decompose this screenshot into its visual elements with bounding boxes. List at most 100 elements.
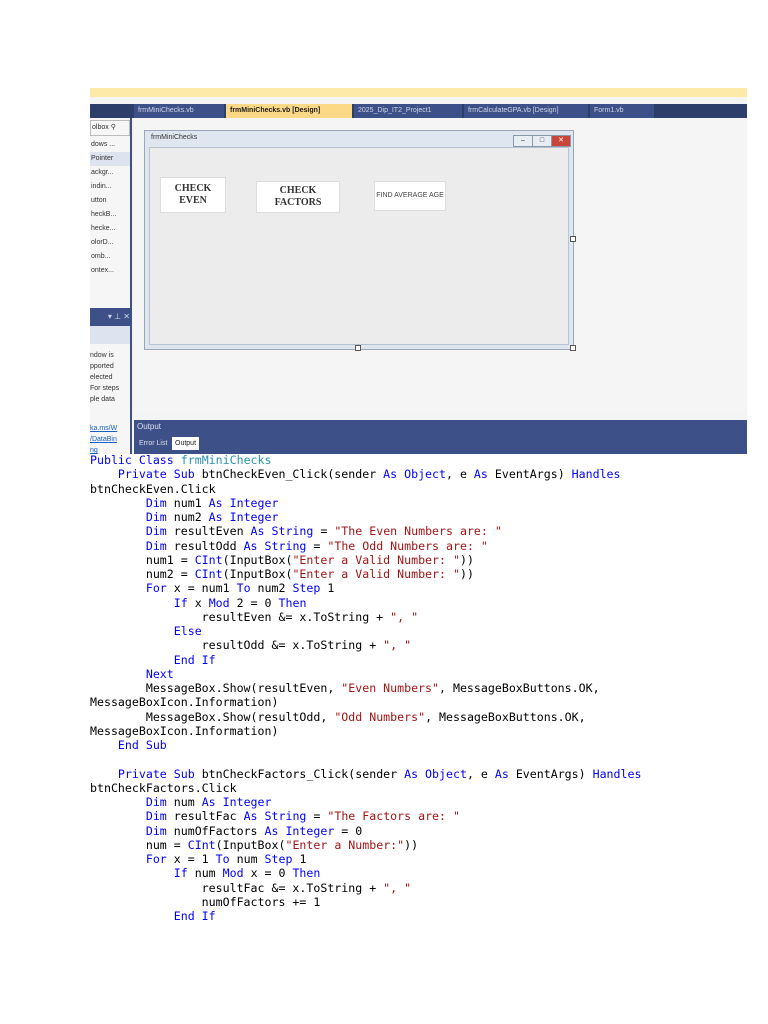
resize-handle[interactable] [355,345,361,351]
code-string: "Enter a Valid Number: " [292,552,460,567]
toolbox-item[interactable]: ontex... [90,264,130,278]
maximize-icon[interactable]: □ [532,135,552,147]
resize-handle[interactable] [570,236,576,242]
code-text: EventArgs) [494,467,572,482]
code-string: "The Even Numbers are: " [334,524,502,539]
toolbox-item[interactable]: heckB... [90,208,130,222]
toolbox-item[interactable]: ackgr... [90,166,130,180]
code-keyword: For [145,581,174,596]
code-text: resultFac &= x.ToString + [90,880,384,895]
toolbox-search-text: olbox [92,124,109,131]
code-line: End If [90,653,641,667]
code-line: num1 = CInt(InputBox("Enter a Valid Numb… [90,553,641,567]
tab-output[interactable]: Output [172,437,200,450]
code-keyword: As Integer [264,823,335,838]
tab-form1-vb[interactable]: Form1.vb [590,104,654,118]
code-text: num2 [257,581,293,596]
output-tabs: Error List Output [134,434,747,454]
code-line: If x Mod 2 = 0 Then [90,596,641,610]
toolbox-item[interactable]: omb... [90,250,130,264]
panel-text-line: For steps [90,385,120,392]
find-average-age-button[interactable]: FIND AVERAGE AGE [374,181,446,211]
code-keyword: To [236,581,258,596]
code-line: End If [90,909,641,923]
toolbox-panel: olbox ⚲ dows ... Pointer ackgr... indin... u… [90,118,132,454]
help-link[interactable]: /DataBin [90,434,117,445]
code-string: ", " [390,609,419,624]
check-even-button[interactable]: CHECK EVEN [160,177,226,213]
panel-text-line: ndow is [90,352,114,359]
tab-project[interactable]: 2025_Dip_IT2_Project1 [354,104,462,118]
code-line: MessageBoxIcon.Information) [90,724,641,738]
code-text: x = 1 [173,852,216,866]
code-keyword: Dim [145,495,174,510]
toolbox-item[interactable]: olorD... [90,236,130,250]
code-line: Dim num1 As Integer [90,496,641,510]
minimize-icon[interactable]: – [513,135,533,147]
code-keyword: As Object [383,467,446,482]
tab-frmminichecks-design[interactable]: frmMiniChecks.vb [Design] [226,104,352,118]
code-text: x = 0 [250,866,293,881]
code-line: Public Class frmMiniChecks [90,453,641,467]
toolbox-item[interactable]: utton [90,194,130,208]
code-class-name: frmMiniChecks [180,453,272,467]
code-text: num2 [173,510,209,524]
tab-frmminichecks-vb[interactable]: frmMiniChecks.vb [134,104,224,118]
tab-error-list[interactable]: Error List [136,437,170,450]
panel-toolbar [90,326,130,344]
code-text: , MessageBoxButtons.OK, [425,709,586,724]
code-line: Dim numOfFactors As Integer = 0 [90,824,641,838]
code-text: numOfFactors += 1 [90,894,321,909]
code-line: Dim num As Integer [90,795,641,809]
code-text: resultFac [173,809,244,824]
toolbox-item[interactable]: indin... [90,180,130,194]
code-keyword: If [173,595,195,610]
code-text: btnCheckFactors.Click [90,780,237,795]
code-keyword: As [494,766,516,781]
output-panel-header: Output [134,420,747,434]
code-keyword: CInt [194,567,223,581]
resize-handle[interactable] [570,345,576,351]
code-line: MessageBoxIcon.Information) [90,695,641,709]
code-line: num2 = CInt(InputBox("Enter a Valid Numb… [90,567,641,581]
code-keyword: Private Sub [117,766,202,781]
toolbox-item[interactable]: hecke... [90,222,130,236]
toolbox-item[interactable]: dows ... [90,138,130,152]
code-text: numOfFactors [173,823,265,838]
form-body: CHECK EVEN CHECK FACTORS FIND AVERAGE AG… [149,147,569,345]
code-keyword: As String [243,809,307,824]
code-keyword: As Integer [208,510,279,524]
form-frmminichecks[interactable]: frmMiniChecks – □ ✕ CHECK EVEN CHECK FAC… [144,130,574,350]
help-link[interactable]: ka.ms/W [90,423,117,434]
code-line: MessageBox.Show(resultEven, "Even Number… [90,681,641,695]
code-text: btnCheckEven_Click(sender [201,467,384,482]
code-text: MessageBox.Show(resultOdd, [90,709,335,724]
code-text: num1 = [90,552,195,567]
code-text: MessageBox.Show(resultEven, [90,681,342,695]
code-keyword: Step [264,852,300,866]
code-line: resultEven &= x.ToString + ", " [90,610,641,624]
close-icon[interactable]: ✕ [551,135,571,147]
panel-text-line: pported [90,363,114,370]
code-keyword: Then [278,595,307,610]
toolbox-item[interactable]: Pointer [90,152,130,166]
code-line: Next [90,667,641,681]
check-factors-button[interactable]: CHECK FACTORS [256,181,340,213]
code-line: num = CInt(InputBox("Enter a Number:")) [90,838,641,852]
code-text: )) [459,567,474,581]
tab-frmcalculategpa-design[interactable]: frmCalculateGPA.vb [Design] [464,104,588,118]
toolbox-search[interactable]: olbox ⚲ [90,120,130,136]
code-keyword: Handles [592,766,642,781]
code-text: , MessageBoxButtons.OK, [439,681,600,695]
code-text: x = num1 [173,581,237,596]
code-keyword: Dim [145,809,174,824]
code-text: MessageBoxIcon.Information) [90,695,279,710]
